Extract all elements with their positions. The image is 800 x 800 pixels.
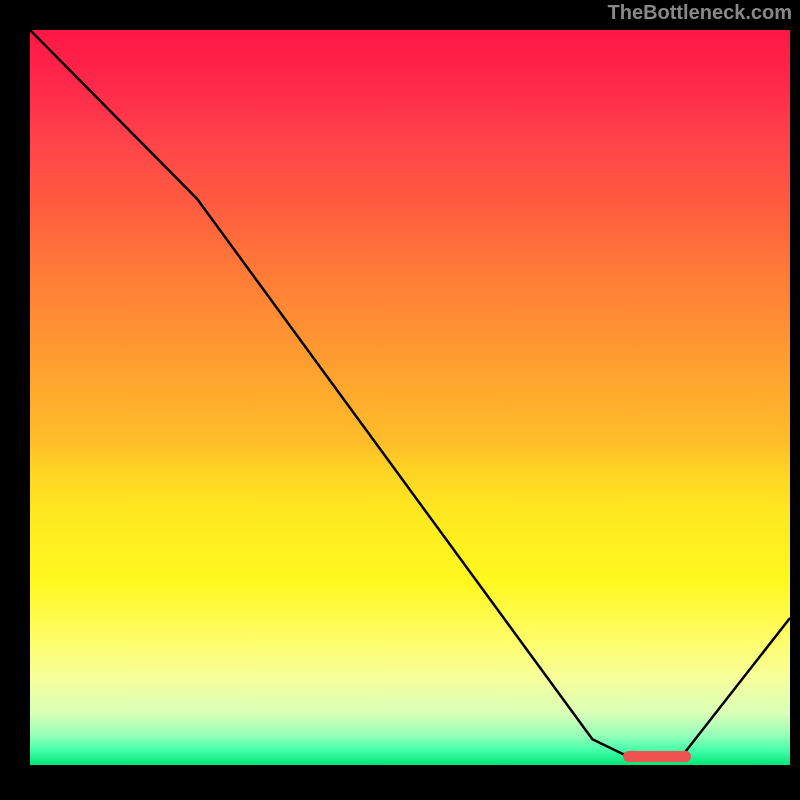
curve-line: [30, 30, 790, 754]
plot-area: [30, 30, 790, 765]
optimal-range-marker: [623, 751, 691, 762]
watermark-text: TheBottleneck.com: [608, 2, 792, 25]
chart-container: TheBottleneck.com: [0, 0, 800, 800]
bottleneck-curve: [30, 30, 790, 765]
